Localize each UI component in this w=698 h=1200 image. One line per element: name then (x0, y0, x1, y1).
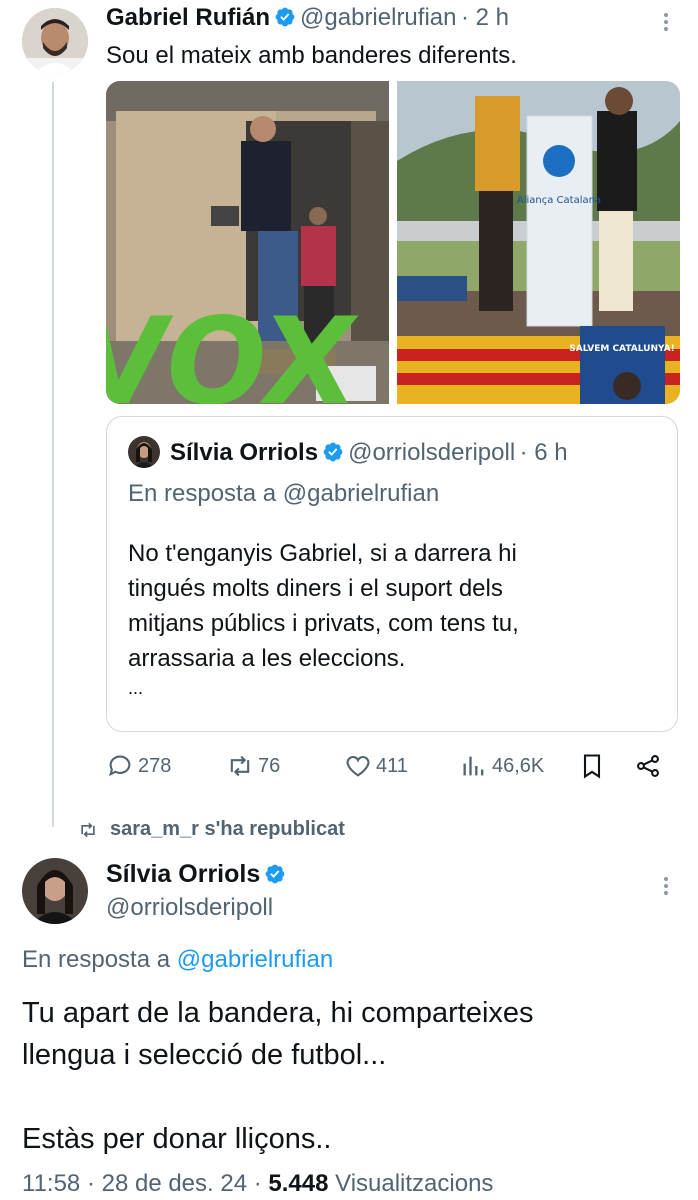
quote-line: No t'enganyis Gabriel, si a darrera hi (128, 540, 517, 567)
tweet-line: Tu apart de la bandera, hi comparteixes (22, 997, 534, 1029)
reply-count: 278 (138, 754, 172, 777)
vox-sign: VOX (106, 293, 365, 404)
tweet-line: llengua i selecció de futbol... (22, 1039, 387, 1071)
author-name: Sílvia Orriols (106, 860, 261, 888)
retweet-button[interactable]: 76 (226, 752, 280, 780)
tweet2-name[interactable]: Sílvia Orriols (106, 860, 290, 889)
tweet-timestamp[interactable]: 11:58 · 28 de des. 24 · (22, 1170, 262, 1197)
thread-line (52, 82, 54, 827)
retweet-small-icon (81, 822, 95, 837)
views-count: 46,6K (492, 754, 545, 777)
share-icon (637, 755, 659, 777)
reply-handle: @gabrielrufian (282, 480, 440, 507)
views-icon (463, 756, 484, 776)
tweet-time[interactable]: · 2 h (461, 4, 509, 31)
quote-author-name: Sílvia Orriols (170, 439, 319, 466)
avatar-gabriel[interactable] (22, 8, 88, 74)
retweet-icon (230, 755, 250, 777)
verified-badge-icon (265, 864, 285, 884)
reply-icon (109, 755, 131, 777)
quote-line: mitjans públics i privats, com tens tu, (128, 610, 519, 637)
views-label: Visualitzacions (335, 1170, 494, 1197)
tweet2-text: Tu apart de la bandera, hi comparteixes … (22, 992, 534, 1160)
like-button[interactable]: 411 (344, 752, 408, 780)
more-options-icon[interactable] (664, 10, 670, 34)
tweet2-meta: 11:58 · 28 de des. 24 · 5.448 Visualitza… (22, 1170, 493, 1198)
quote-line: tingués molts diners i el suport dels (128, 575, 503, 602)
banner-label: SALVEM CATALUNYA! (569, 344, 674, 354)
quote-time: · 6 h (519, 439, 568, 466)
avatar-silvia-small (128, 436, 160, 468)
tweet-image-right[interactable]: Aliança Catalana SALVEM CATALUNYA! (397, 81, 680, 404)
tweet2-handle[interactable]: @orriolsderipoll (106, 894, 273, 922)
tweet1-header: Gabriel Rufián @gabrielrufian · 2 h (106, 4, 509, 32)
quote-header: Sílvia Orriols @orriolsderipoll · 6 h (170, 439, 568, 467)
share-button[interactable] (634, 752, 666, 780)
avatar-silvia[interactable] (22, 858, 88, 924)
reply-button[interactable]: 278 (106, 752, 171, 780)
retweet-count: 76 (258, 754, 281, 777)
heart-icon (346, 755, 370, 777)
reply-prefix: En resposta a (22, 946, 171, 973)
bookmark-icon (583, 754, 601, 779)
quote-ellipsis: ... (128, 678, 144, 698)
bookmark-button[interactable] (578, 752, 610, 780)
quote-text: No t'enganyis Gabriel, si a darrera hi t… (128, 536, 519, 700)
quote-author-handle: @orriolsderipoll (348, 439, 516, 466)
reply-prefix: En resposta a (128, 480, 277, 507)
verified-badge-icon (275, 7, 295, 27)
repost-label: sara_m_r s'ha republicat (110, 818, 345, 840)
reply-handle-link[interactable]: @gabrielrufian (177, 946, 333, 973)
tweet-line: Estàs per donar lliçons.. (22, 1123, 332, 1155)
tweet-image-left[interactable]: VOX (106, 81, 389, 404)
quote-reply-context: En resposta a @gabrielrufian (128, 480, 439, 508)
verified-badge-icon (323, 442, 343, 462)
tweet2-reply-context: En resposta a @gabrielrufian (22, 946, 333, 974)
like-count: 411 (376, 754, 408, 777)
podium-label: Aliança Catalana (517, 195, 601, 206)
quote-line: arrassaria a les eleccions. (128, 645, 406, 672)
author-name[interactable]: Gabriel Rufián (106, 4, 270, 31)
views-button[interactable]: 46,6K (460, 752, 544, 780)
repost-indicator[interactable]: sara_m_r s'ha republicat (78, 818, 345, 841)
tweet1-text: Sou el mateix amb banderes diferents. (106, 42, 517, 69)
more-options-icon[interactable] (664, 874, 670, 898)
views-number: 5.448 (268, 1170, 329, 1197)
author-handle[interactable]: @gabrielrufian (300, 4, 456, 31)
